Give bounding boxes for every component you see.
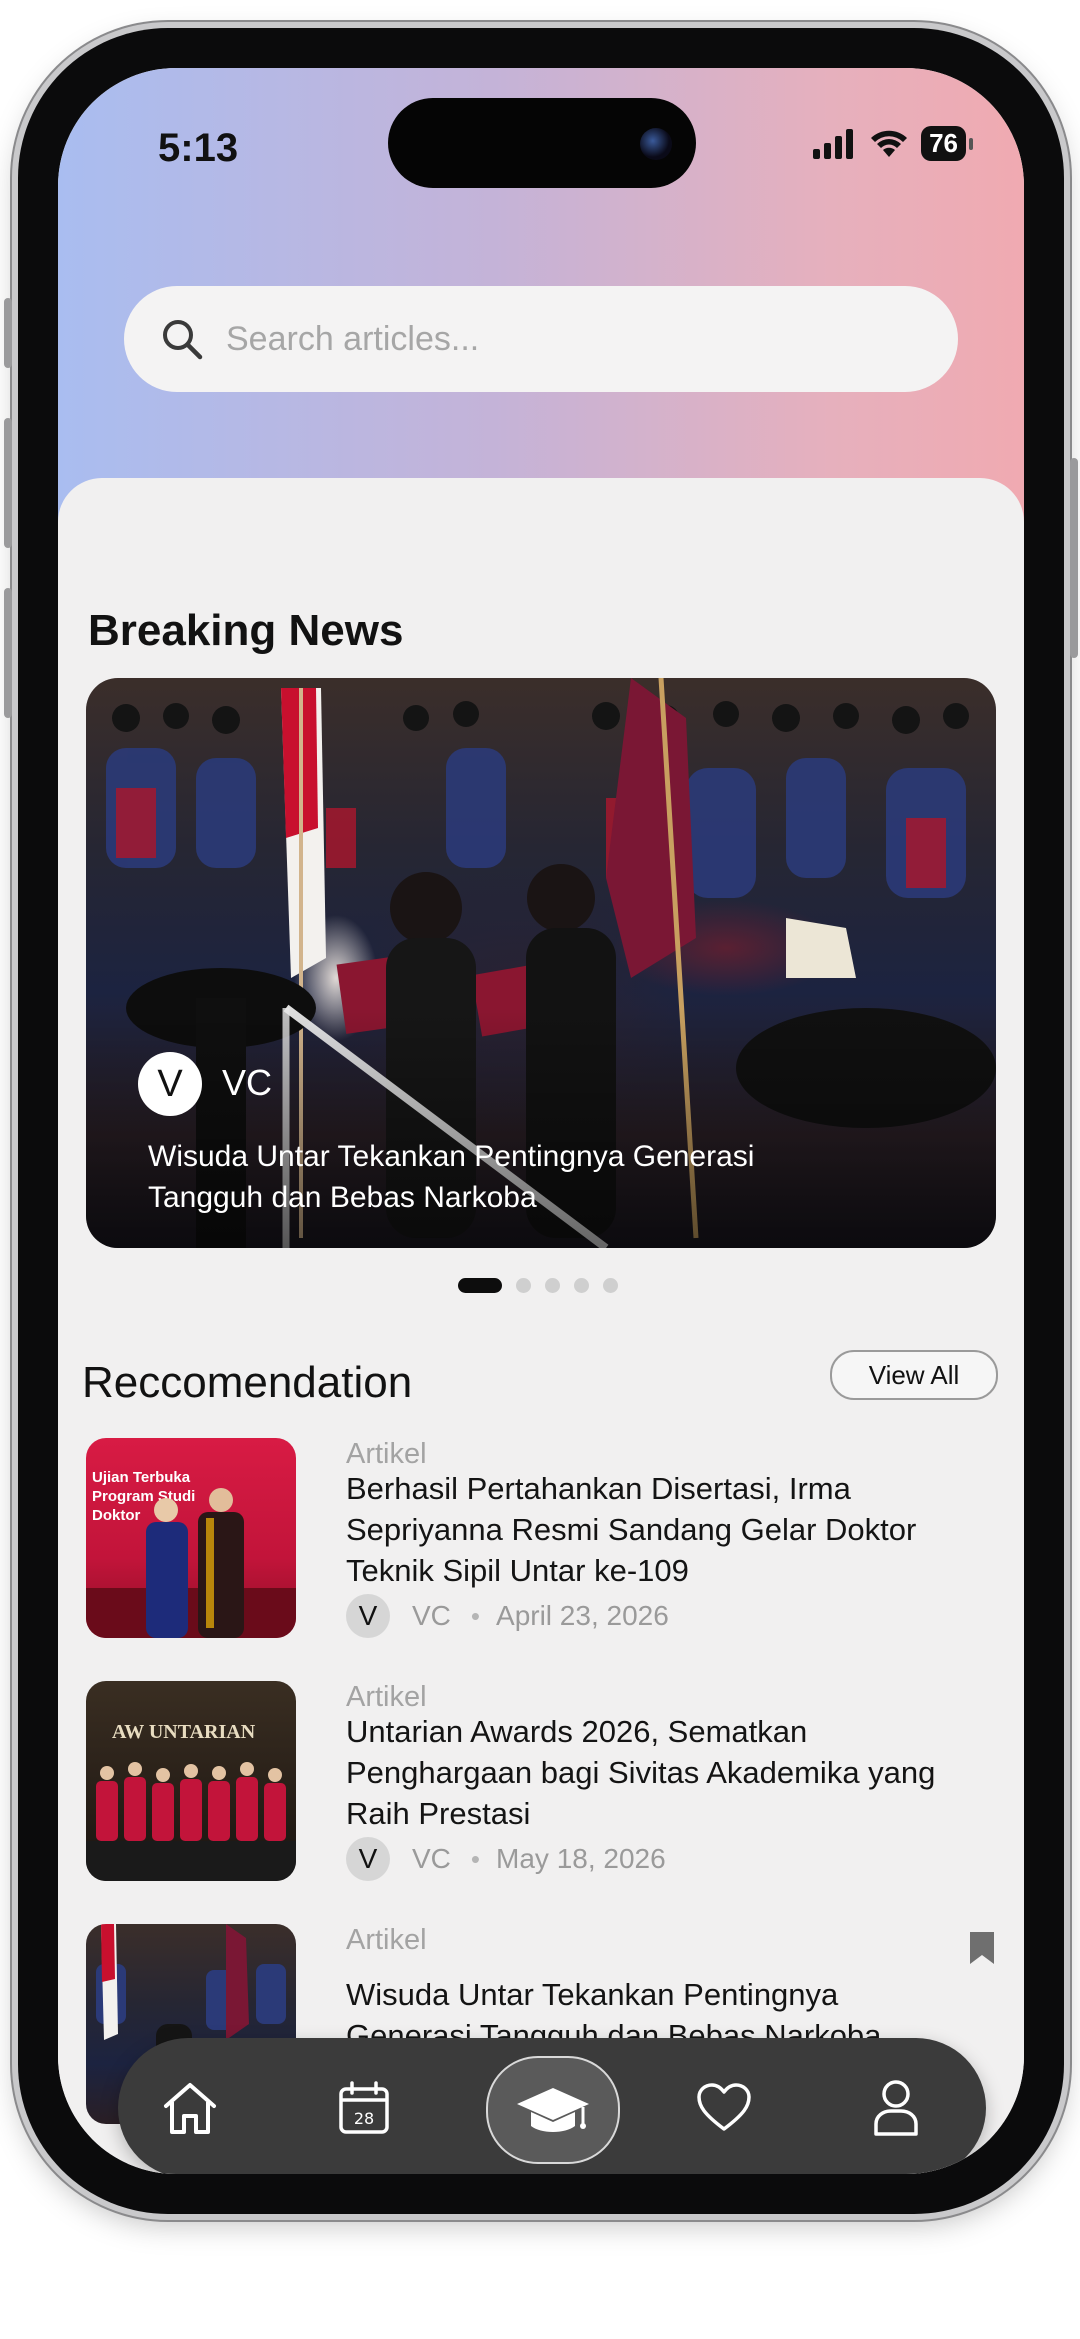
article-thumbnail: AW UNTARIAN — [86, 1681, 296, 1881]
battery-indicator: 76 — [921, 126, 973, 161]
article-category: Artikel — [346, 1924, 427, 1956]
article-list-item[interactable]: Ujian Terbuka Program Studi Doktor Artik… — [86, 1438, 996, 1648]
signal-icon — [813, 128, 854, 159]
search-icon — [163, 320, 203, 360]
view-all-button[interactable]: View All — [830, 1350, 998, 1400]
dynamic-island — [388, 98, 696, 188]
profile-icon — [874, 2080, 918, 2136]
article-date: May 18, 2026 — [496, 1843, 666, 1874]
home-icon — [164, 2083, 216, 2134]
calendar-icon: 28 — [339, 2081, 389, 2134]
author-avatar: V — [138, 1052, 202, 1116]
power-button — [1070, 458, 1078, 658]
tab-calendar[interactable]: 28 — [314, 2058, 414, 2158]
pagination-dot[interactable] — [545, 1278, 560, 1293]
status-icons: 76 — [813, 126, 973, 161]
article-meta: V VC • April 23, 2026 — [346, 1594, 669, 1638]
carousel-pagination[interactable] — [458, 1278, 618, 1293]
heart-icon — [697, 2083, 751, 2131]
phone-frame: 5:13 76 Search articles... Breaking News… — [4, 28, 1078, 2214]
volume-down-button — [4, 588, 12, 718]
author-name: VC — [412, 1600, 451, 1631]
author-avatar: V — [346, 1594, 390, 1638]
calendar-day: 28 — [354, 2109, 374, 2128]
breaking-news-heading: Breaking News — [88, 606, 404, 655]
meta-separator: • — [470, 1600, 481, 1631]
tab-favorites[interactable] — [674, 2058, 774, 2158]
pagination-dot[interactable] — [603, 1278, 618, 1293]
author-name: VC — [222, 1062, 273, 1103]
bottom-tab-bar: 28 — [118, 2038, 986, 2174]
meta-separator: • — [470, 1843, 481, 1874]
pagination-dot[interactable] — [516, 1278, 531, 1293]
search-bar[interactable]: Search articles... — [124, 286, 958, 392]
status-time: 5:13 — [158, 126, 239, 170]
article-date: April 23, 2026 — [496, 1600, 669, 1631]
tab-academic[interactable] — [486, 2056, 620, 2164]
action-button — [4, 298, 12, 368]
screen: 5:13 76 Search articles... Breaking News… — [58, 68, 1024, 2174]
search-input[interactable]: Search articles... — [226, 320, 479, 359]
thumbnail-figures — [86, 1762, 296, 1881]
author-avatar: V — [346, 1837, 390, 1881]
graduation-cap-icon — [517, 2088, 589, 2132]
breaking-news-title: Wisuda Untar Tekankan Pentingnya Generas… — [148, 1140, 755, 1214]
tab-profile[interactable] — [846, 2058, 946, 2158]
camera-icon — [640, 128, 672, 160]
article-list-item[interactable]: AW UNTARIAN Artikel Untarian Awards 2026… — [86, 1681, 996, 1891]
article-meta: V VC • May 18, 2026 — [346, 1837, 666, 1881]
main-content: Breaking News V VC Wisuda Untar Tekankan… — [58, 478, 1024, 2174]
wifi-icon — [871, 130, 908, 157]
bookmark-icon[interactable] — [968, 1930, 996, 1966]
volume-up-button — [4, 418, 12, 548]
author-name: VC — [412, 1843, 451, 1874]
pagination-dot[interactable] — [574, 1278, 589, 1293]
breaking-news-card[interactable]: V VC Wisuda Untar Tekankan Pentingnya Ge… — [86, 678, 996, 1248]
pagination-dot[interactable] — [458, 1278, 502, 1293]
article-category: Artikel — [346, 1681, 427, 1713]
article-thumbnail: Ujian Terbuka Program Studi Doktor — [86, 1438, 296, 1638]
tab-home[interactable] — [140, 2058, 240, 2158]
recommendation-heading: Reccomendation — [82, 1358, 413, 1407]
thumbnail-figures — [86, 1488, 296, 1638]
article-title: Untarian Awards 2026, Sematkan Pengharga… — [346, 1714, 936, 1831]
article-category: Artikel — [346, 1438, 427, 1470]
article-title: Berhasil Pertahankan Disertasi, Irma Sep… — [346, 1471, 917, 1588]
